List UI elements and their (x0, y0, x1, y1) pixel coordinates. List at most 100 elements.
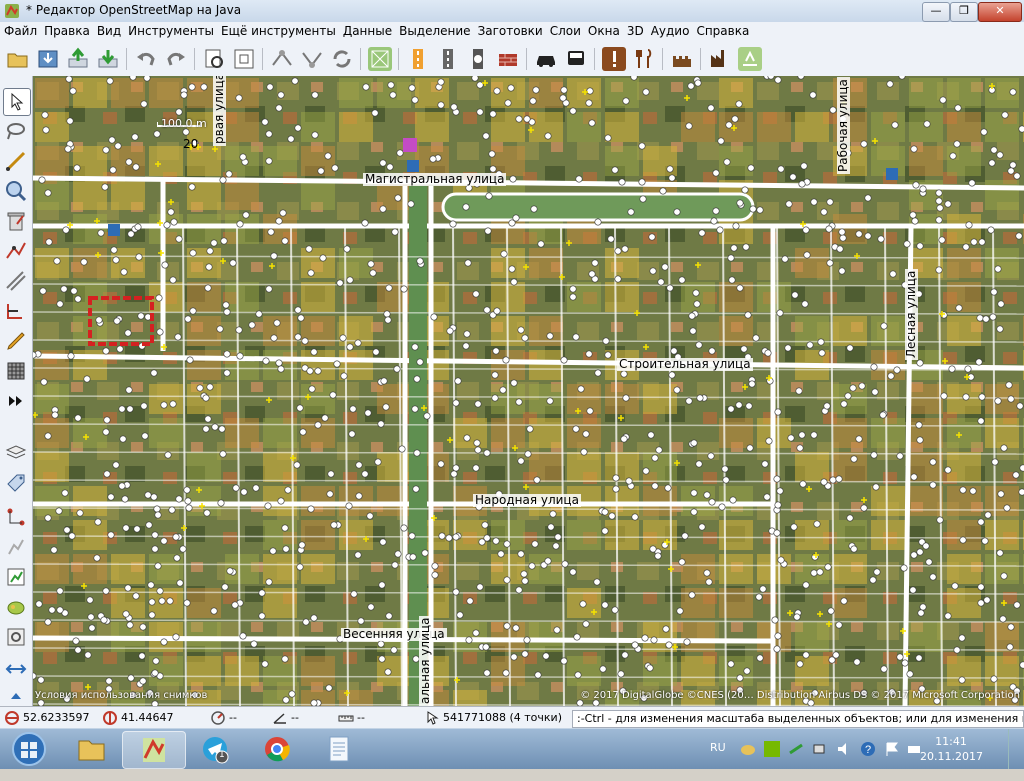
map-canvas[interactable] (33, 76, 1024, 706)
map-view[interactable]: 100.0 m 20 Магистральная улица Строитель… (33, 76, 1024, 706)
combine-way-icon[interactable] (300, 47, 324, 71)
street-label-rabochaya[interactable]: Рабочая улица (836, 77, 850, 174)
layers-icon[interactable] (3, 440, 29, 466)
parallel-icon[interactable] (3, 268, 29, 294)
chrome-icon[interactable] (246, 731, 308, 767)
map-node (954, 104, 962, 112)
map-node (141, 432, 149, 440)
undo-icon[interactable] (134, 47, 158, 71)
extrude-icon[interactable] (3, 298, 29, 324)
menu-help[interactable]: Справка (692, 22, 752, 38)
more-icon[interactable] (3, 388, 29, 414)
street-label-narodnaya[interactable]: Народная улица (473, 494, 581, 507)
ortho-icon[interactable] (368, 47, 392, 71)
maximize-button[interactable]: ❐ (950, 2, 978, 22)
map-node (776, 487, 784, 495)
menu-edit[interactable]: Правка (40, 22, 93, 38)
select-icon[interactable] (3, 88, 31, 116)
building-icon[interactable] (3, 358, 29, 384)
amenity-icon[interactable] (602, 47, 626, 71)
parcel (909, 418, 943, 448)
minimize-button[interactable]: — (922, 2, 950, 22)
network-tray-icon[interactable] (812, 741, 828, 757)
map-settings-icon[interactable] (3, 656, 29, 682)
start-button[interactable] (4, 731, 54, 767)
split-way-icon[interactable] (270, 47, 294, 71)
save-icon[interactable] (36, 47, 60, 71)
close-button[interactable]: ✕ (978, 2, 1022, 22)
notepad-icon[interactable] (308, 731, 370, 767)
castle-icon[interactable] (670, 47, 694, 71)
show-desktop-button[interactable] (1008, 729, 1024, 769)
telegram-icon[interactable]: 1 (184, 731, 246, 767)
tag-icon[interactable] (3, 470, 29, 496)
menu-audio[interactable]: Аудио (647, 22, 693, 38)
preferences-icon[interactable] (202, 47, 226, 71)
menu-tools[interactable]: Инструменты (124, 22, 217, 38)
update-tray-icon[interactable] (788, 741, 804, 757)
history-icon[interactable] (3, 564, 29, 590)
validator-icon[interactable] (3, 624, 29, 650)
help-tray-icon[interactable]: ? (860, 741, 876, 757)
street-label-lesnaya[interactable]: Лесная улица (904, 268, 918, 360)
menu-view[interactable]: Вид (93, 22, 124, 38)
car-icon[interactable] (534, 47, 558, 71)
download-icon[interactable] (96, 47, 120, 71)
map-node (139, 677, 147, 685)
industrial-icon[interactable] (708, 47, 732, 71)
map-node (307, 505, 315, 513)
paint-icon[interactable] (3, 594, 29, 620)
paint-tray-icon[interactable] (740, 741, 756, 757)
street-label-top-left[interactable]: рвая улица (212, 76, 226, 146)
refresh-icon[interactable] (330, 47, 354, 71)
map-node (379, 205, 387, 213)
landuse-icon[interactable] (738, 47, 762, 71)
parcel (681, 588, 715, 618)
bus-icon[interactable] (564, 47, 588, 71)
improve-way-icon[interactable] (3, 238, 29, 264)
draw-icon[interactable] (3, 148, 29, 174)
map-node (666, 284, 674, 292)
map-node (202, 394, 210, 402)
highway-tertiary-icon[interactable] (466, 47, 490, 71)
expand-icon[interactable] (3, 682, 29, 702)
brick-wall-icon[interactable] (496, 47, 520, 71)
josm-app-icon (5, 4, 19, 18)
zoom-icon[interactable] (3, 178, 29, 204)
menu-more-tools[interactable]: Ещё инструменты (217, 22, 339, 38)
menu-data[interactable]: Данные (339, 22, 395, 38)
upload-icon[interactable] (66, 47, 90, 71)
nvidia-tray-icon[interactable] (764, 741, 780, 757)
volume-icon[interactable] (836, 741, 852, 757)
highway-primary-icon[interactable] (406, 47, 430, 71)
josm-icon[interactable] (122, 731, 186, 769)
imagery-terms-link[interactable]: Условия использования снимков (35, 690, 207, 701)
menu-3d[interactable]: 3D (623, 22, 647, 38)
map-node (275, 217, 283, 225)
language-indicator[interactable]: RU (710, 741, 726, 781)
menu-file[interactable]: Файл (0, 22, 40, 38)
menu-layers[interactable]: Слои (546, 22, 584, 38)
menu-presets[interactable]: Заготовки (474, 22, 546, 38)
redo-icon[interactable] (164, 47, 188, 71)
open-icon[interactable] (6, 47, 30, 71)
restaurant-icon[interactable] (632, 47, 656, 71)
menu-selection[interactable]: Выделение (395, 22, 473, 38)
street-label-bottom[interactable]: альная улица (418, 615, 432, 706)
properties-icon[interactable] (3, 534, 29, 560)
menu-windows[interactable]: Окна (584, 22, 623, 38)
relation-icon[interactable] (3, 504, 29, 530)
action-center-icon[interactable] (884, 741, 900, 757)
highway-secondary-icon[interactable] (436, 47, 460, 71)
map-node (510, 379, 518, 387)
map-node (400, 285, 408, 293)
street-label-stroitelnaya[interactable]: Строительная улица (617, 358, 753, 371)
zoom-data-icon[interactable] (232, 47, 256, 71)
system-clock[interactable]: 11:41 20.11.2017 (920, 734, 983, 764)
pencil-icon[interactable] (3, 328, 29, 354)
lasso-icon[interactable] (3, 118, 29, 144)
delete-icon[interactable] (3, 208, 29, 234)
street-label-magistralnaya[interactable]: Магистральная улица (363, 173, 507, 186)
parcel (149, 418, 183, 448)
explorer-icon[interactable] (60, 731, 122, 767)
